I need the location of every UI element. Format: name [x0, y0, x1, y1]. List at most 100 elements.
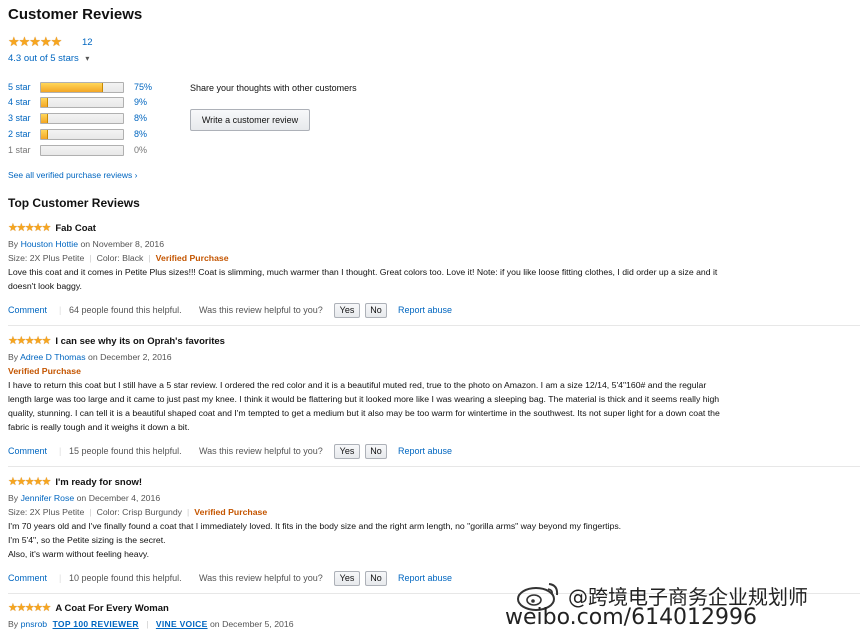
- review-color: Color: Crisp Burgundy: [96, 507, 183, 517]
- helpful-question: Was this review helpful to you?: [199, 305, 323, 315]
- histogram-row-3-star[interactable]: 3 star 8%: [8, 112, 148, 125]
- divider: |: [89, 507, 92, 517]
- review-date: December 5, 2016: [222, 619, 294, 629]
- by-label: By: [8, 619, 19, 629]
- review-title[interactable]: I can see why its on Oprah's favorites: [55, 336, 225, 347]
- report-abuse-link[interactable]: Report abuse: [398, 446, 452, 456]
- rating-summary-text: 4.3 out of 5 stars: [8, 53, 79, 64]
- review-date: December 2, 2016: [100, 352, 172, 362]
- divider: |: [59, 305, 62, 315]
- review-date: December 4, 2016: [88, 493, 161, 503]
- by-label: By: [8, 352, 19, 362]
- review-item: ★★★★★ I'm ready for snow! By Jennifer Ro…: [8, 476, 858, 561]
- verified-purchase-badge: Verified Purchase: [8, 366, 81, 376]
- review-body-line: I'm 70 years old and I've finally found …: [8, 521, 622, 531]
- review-author-link[interactable]: Adree D Thomas: [20, 352, 86, 362]
- share-prompt: Share your thoughts with other customers: [190, 83, 357, 93]
- review-size: Size: 2X Plus Petite: [8, 253, 85, 263]
- review-body-line: Love this coat and it comes in Petite Pl…: [8, 267, 718, 277]
- review-size: Size: 2X Plus Petite: [8, 507, 85, 517]
- divider: [8, 325, 860, 326]
- review-body-line: fabric is really tough and it weighs it …: [8, 422, 190, 432]
- helpful-count: 64 people found this helpful.: [69, 305, 182, 315]
- comment-link[interactable]: Comment: [8, 305, 47, 315]
- histogram-bar: [40, 145, 124, 156]
- divider: |: [59, 446, 62, 456]
- histogram-label: 2 star: [8, 129, 31, 139]
- helpful-yes-button[interactable]: Yes: [334, 571, 360, 586]
- review-body-line: I'm 5'4", so the Petite sizing is the se…: [8, 535, 166, 545]
- review-count-link[interactable]: 12: [82, 37, 93, 48]
- verified-purchase-badge: Verified Purchase: [194, 507, 268, 517]
- divider: |: [187, 507, 190, 517]
- helpful-no-button[interactable]: No: [365, 571, 387, 586]
- histogram-fill: [41, 114, 48, 123]
- histogram-bar: [40, 82, 124, 93]
- on-label: on: [209, 619, 220, 629]
- chevron-down-icon: ▾: [85, 54, 90, 63]
- review-author-link[interactable]: Houston Hottie: [21, 239, 78, 249]
- star-rating-icon: ★★★★★: [8, 34, 62, 49]
- review-body-line: Also, it's warm without feeling heavy.: [8, 549, 150, 559]
- see-all-verified-reviews-link[interactable]: See all verified purchase reviews ›: [8, 170, 137, 180]
- histogram-row-2-star[interactable]: 2 star 8%: [8, 128, 148, 141]
- histogram-row-5-star[interactable]: 5 star 75%: [8, 81, 152, 94]
- helpful-count: 10 people found this helpful.: [69, 573, 182, 583]
- review-body-line: quality, stunning. I can tell it is a be…: [8, 408, 720, 418]
- write-review-button[interactable]: Write a customer review: [190, 109, 310, 131]
- helpful-no-button[interactable]: No: [365, 303, 387, 318]
- histogram-bar: [40, 113, 124, 124]
- watermark-url: weibo.com/614012996: [505, 605, 758, 630]
- review-title[interactable]: I'm ready for snow!: [55, 477, 142, 488]
- rating-summary-dropdown[interactable]: 4.3 out of 5 stars ▾: [8, 53, 89, 64]
- histogram-row-1-star: 1 star 0%: [8, 144, 148, 157]
- histogram-fill: [41, 83, 103, 92]
- review-body-line: I have to return this coat but I still h…: [8, 380, 707, 390]
- divider: |: [59, 573, 62, 583]
- comment-link[interactable]: Comment: [8, 573, 47, 583]
- vine-voice-badge[interactable]: VINE VOICE: [156, 619, 208, 629]
- report-abuse-link[interactable]: Report abuse: [398, 305, 452, 315]
- helpful-question: Was this review helpful to you?: [199, 446, 323, 456]
- histogram-bar: [40, 129, 124, 140]
- histogram-label: 3 star: [8, 113, 31, 123]
- divider: [8, 466, 860, 467]
- histogram-percent: 8%: [134, 129, 148, 139]
- helpful-no-button[interactable]: No: [365, 444, 387, 459]
- review-date: November 8, 2016: [92, 239, 165, 249]
- helpful-question: Was this review helpful to you?: [199, 573, 323, 583]
- review-author-link[interactable]: pnsrob: [21, 619, 48, 629]
- average-rating-stars[interactable]: ★★★★★: [8, 34, 62, 49]
- review-body-line: length large was too large and it came t…: [8, 394, 720, 404]
- histogram-bar: [40, 97, 124, 108]
- review-body-line: doesn't look baggy.: [8, 281, 82, 291]
- histogram-label: 1 star: [8, 145, 31, 155]
- helpful-yes-button[interactable]: Yes: [334, 303, 360, 318]
- histogram-fill: [41, 130, 48, 139]
- review-title[interactable]: Fab Coat: [55, 223, 96, 234]
- review-title[interactable]: A Coat For Every Woman: [55, 603, 169, 614]
- star-rating-icon: ★★★★★: [8, 476, 51, 488]
- top-reviewer-badge[interactable]: TOP 100 REVIEWER: [53, 619, 139, 629]
- divider: |: [148, 253, 151, 263]
- helpful-yes-button[interactable]: Yes: [334, 444, 360, 459]
- divider: |: [146, 619, 149, 629]
- review-item: ★★★★★ I can see why its on Oprah's favor…: [8, 335, 858, 434]
- page-title: Customer Reviews: [8, 6, 143, 23]
- histogram-row-4-star[interactable]: 4 star 9%: [8, 96, 148, 109]
- helpful-count: 15 people found this helpful.: [69, 446, 182, 456]
- review-author-link[interactable]: Jennifer Rose: [21, 493, 75, 503]
- review-actions: Comment | 64 people found this helpful. …: [8, 303, 858, 319]
- histogram-fill: [41, 98, 49, 107]
- comment-link[interactable]: Comment: [8, 446, 47, 456]
- review-color: Color: Black: [96, 253, 144, 263]
- on-label: on: [76, 493, 87, 503]
- top-reviews-heading: Top Customer Reviews: [8, 196, 140, 210]
- on-label: on: [80, 239, 91, 249]
- histogram-percent: 9%: [134, 97, 148, 107]
- histogram-percent: 75%: [134, 82, 153, 92]
- star-rating-icon: ★★★★★: [8, 335, 51, 347]
- review-item: ★★★★★ Fab Coat By Houston Hottie on Nove…: [8, 222, 858, 293]
- report-abuse-link[interactable]: Report abuse: [398, 573, 452, 583]
- histogram-percent: 8%: [134, 113, 148, 123]
